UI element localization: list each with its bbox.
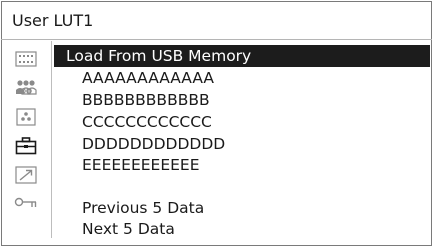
briefcase-icon (15, 137, 37, 155)
menu-item-data-b[interactable]: BBBBBBBBBBBB (82, 90, 210, 110)
menu-window (1, 1, 432, 246)
menu-item-load-usb[interactable]: Load From USB Memory (54, 45, 430, 67)
menu-item-data-e[interactable]: EEEEEEEEEEEE (82, 155, 200, 175)
menu-item-data-d[interactable]: DDDDDDDDDDDD (82, 134, 225, 154)
menu-item-data-c[interactable]: CCCCCCCCCCCC (82, 112, 212, 132)
sidebar-item-camera[interactable] (13, 106, 39, 128)
sidebar-item-display[interactable] (13, 48, 39, 70)
sidebar-item-export[interactable] (13, 164, 39, 186)
sidebar-item-lock[interactable] (13, 192, 39, 214)
window-title: User LUT1 (12, 11, 94, 30)
menu-item-data-a[interactable]: AAAAAAAAAAAA (82, 68, 214, 88)
people-icon (16, 80, 37, 95)
key-icon (14, 197, 37, 207)
display-grid-icon (15, 51, 37, 67)
sidebar-item-users[interactable] (13, 77, 39, 99)
arrow-up-right-icon (15, 166, 37, 184)
camera-icon (16, 108, 36, 126)
title-divider (1, 39, 432, 40)
sidebar-item-maintenance[interactable] (13, 135, 39, 157)
menu-item-previous-5[interactable]: Previous 5 Data (82, 198, 204, 218)
sidebar-divider (51, 41, 52, 238)
menu-item-next-5[interactable]: Next 5 Data (82, 219, 175, 239)
